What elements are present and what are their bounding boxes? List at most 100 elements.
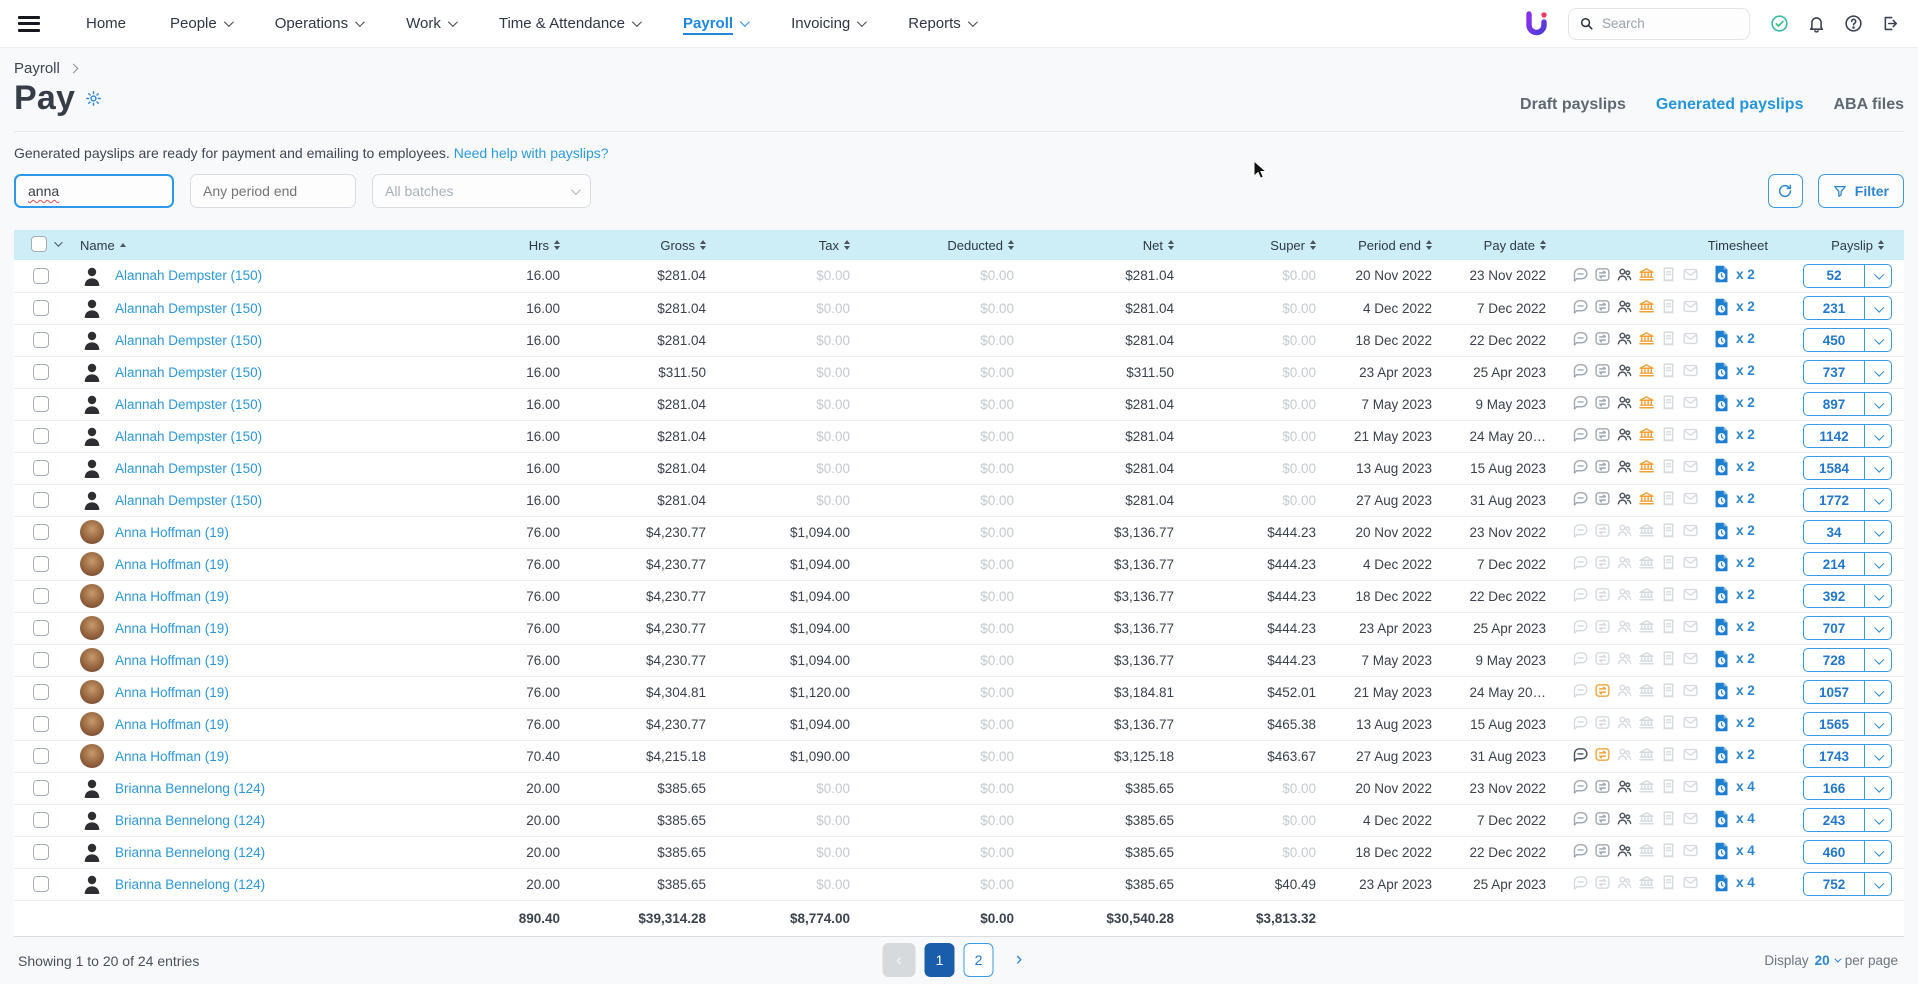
payslip-number[interactable]: 460	[1804, 841, 1864, 863]
payslip-number[interactable]: 1565	[1804, 713, 1864, 735]
comment-icon[interactable]	[1572, 266, 1589, 283]
receipt-icon[interactable]	[1660, 618, 1677, 635]
timesheet-link[interactable]: x 4	[1714, 842, 1755, 860]
people-icon[interactable]	[1616, 554, 1633, 571]
page-button-1[interactable]: 1	[925, 943, 955, 977]
payslip-button[interactable]: 752	[1803, 872, 1892, 896]
envelope-icon[interactable]	[1682, 778, 1698, 795]
comment-icon[interactable]	[1572, 618, 1589, 635]
payslip-number[interactable]: 450	[1804, 329, 1864, 351]
timesheet-link[interactable]: x 2	[1714, 554, 1755, 572]
comment-icon[interactable]	[1572, 426, 1589, 443]
payslip-button[interactable]: 1142	[1803, 424, 1892, 448]
timesheet-link[interactable]: x 2	[1714, 618, 1755, 636]
column-header-gross[interactable]: Gross	[580, 230, 726, 260]
timesheet-link[interactable]: x 2	[1714, 458, 1755, 476]
row-checkbox[interactable]	[33, 396, 49, 412]
payslip-dropdown[interactable]	[1864, 681, 1891, 703]
payslip-number[interactable]: 231	[1804, 297, 1864, 319]
bank-icon[interactable]	[1638, 490, 1655, 507]
payslip-number[interactable]: 1772	[1804, 489, 1864, 511]
bank-icon[interactable]	[1638, 522, 1655, 539]
comment-icon[interactable]	[1572, 298, 1589, 315]
period-end-filter-input[interactable]	[190, 174, 356, 208]
timesheet-link[interactable]: x 2	[1714, 746, 1755, 764]
row-checkbox[interactable]	[33, 332, 49, 348]
tab-draft-payslips[interactable]: Draft payslips	[1520, 96, 1626, 114]
payslip-button[interactable]: 728	[1803, 648, 1892, 672]
row-checkbox[interactable]	[33, 812, 49, 828]
payslip-dropdown[interactable]	[1864, 489, 1891, 511]
payslip-dropdown[interactable]	[1864, 425, 1891, 447]
bank-icon[interactable]	[1638, 394, 1655, 411]
people-icon[interactable]	[1616, 682, 1633, 699]
column-header-name[interactable]: Name	[66, 230, 396, 260]
timesheet-link[interactable]: x 2	[1714, 586, 1755, 604]
receipt-icon[interactable]	[1660, 298, 1677, 315]
people-icon[interactable]	[1616, 714, 1633, 731]
employee-name-link[interactable]: Anna Hoffman (19)	[115, 685, 229, 700]
employee-name-link[interactable]: Anna Hoffman (19)	[115, 749, 229, 764]
payslip-dropdown[interactable]	[1864, 809, 1891, 831]
payslip-number[interactable]: 737	[1804, 361, 1864, 383]
timesheet-link[interactable]: x 2	[1714, 394, 1755, 412]
payslip-dropdown[interactable]	[1864, 457, 1891, 479]
people-icon[interactable]	[1616, 778, 1633, 795]
receipt-icon[interactable]	[1660, 714, 1677, 731]
bank-icon[interactable]	[1638, 714, 1655, 731]
receipt-icon[interactable]	[1660, 394, 1677, 411]
payslip-number[interactable]: 1584	[1804, 457, 1864, 479]
employee-name-link[interactable]: Alannah Dempster (150)	[115, 268, 262, 283]
envelope-icon[interactable]	[1682, 714, 1698, 731]
transfer-icon[interactable]	[1594, 266, 1611, 283]
timesheet-link[interactable]: x 2	[1714, 362, 1755, 380]
transfer-icon[interactable]	[1594, 746, 1611, 763]
help-icon[interactable]	[1844, 14, 1863, 33]
column-header-net[interactable]: Net	[1034, 230, 1194, 260]
timesheet-link[interactable]: x 2	[1714, 330, 1755, 348]
hamburger-menu-icon[interactable]	[18, 16, 40, 32]
gear-icon[interactable]	[85, 90, 102, 107]
employee-name-link[interactable]: Brianna Bennelong (124)	[115, 813, 265, 828]
name-filter-input[interactable]: anna	[14, 174, 174, 208]
transfer-icon[interactable]	[1594, 426, 1611, 443]
people-icon[interactable]	[1616, 458, 1633, 475]
payslip-number[interactable]: 1057	[1804, 681, 1864, 703]
envelope-icon[interactable]	[1682, 330, 1698, 347]
envelope-icon[interactable]	[1682, 266, 1698, 283]
comment-icon[interactable]	[1572, 714, 1589, 731]
payslip-button[interactable]: 460	[1803, 840, 1892, 864]
row-checkbox[interactable]	[33, 588, 49, 604]
bank-icon[interactable]	[1638, 298, 1655, 315]
receipt-icon[interactable]	[1660, 586, 1677, 603]
people-icon[interactable]	[1616, 618, 1633, 635]
comment-icon[interactable]	[1572, 490, 1589, 507]
payslip-number[interactable]: 897	[1804, 393, 1864, 415]
payslip-dropdown[interactable]	[1864, 265, 1891, 287]
employee-name-link[interactable]: Brianna Bennelong (124)	[115, 845, 265, 860]
payslip-button[interactable]: 1057	[1803, 680, 1892, 704]
column-header-tax[interactable]: Tax	[726, 230, 870, 260]
receipt-icon[interactable]	[1660, 778, 1677, 795]
next-page-button[interactable]: ›	[1003, 943, 1036, 977]
column-header-super[interactable]: Super	[1194, 230, 1336, 260]
nav-item-payroll[interactable]: Payroll	[683, 15, 747, 32]
payslip-number[interactable]: 752	[1804, 873, 1864, 895]
receipt-icon[interactable]	[1660, 522, 1677, 539]
payslip-button[interactable]: 1772	[1803, 488, 1892, 512]
payslip-number[interactable]: 166	[1804, 777, 1864, 799]
people-icon[interactable]	[1616, 810, 1633, 827]
payslip-number[interactable]: 728	[1804, 649, 1864, 671]
tab-generated-payslips[interactable]: Generated payslips	[1656, 96, 1804, 114]
receipt-icon[interactable]	[1660, 426, 1677, 443]
receipt-icon[interactable]	[1660, 874, 1677, 891]
nav-item-operations[interactable]: Operations	[275, 15, 362, 32]
payslip-dropdown[interactable]	[1864, 361, 1891, 383]
prev-page-button[interactable]: ‹	[883, 943, 916, 977]
envelope-icon[interactable]	[1682, 298, 1698, 315]
timesheet-link[interactable]: x 2	[1714, 265, 1755, 283]
payslip-button[interactable]: 243	[1803, 808, 1892, 832]
transfer-icon[interactable]	[1594, 458, 1611, 475]
employee-name-link[interactable]: Alannah Dempster (150)	[115, 333, 262, 348]
bank-icon[interactable]	[1638, 682, 1655, 699]
